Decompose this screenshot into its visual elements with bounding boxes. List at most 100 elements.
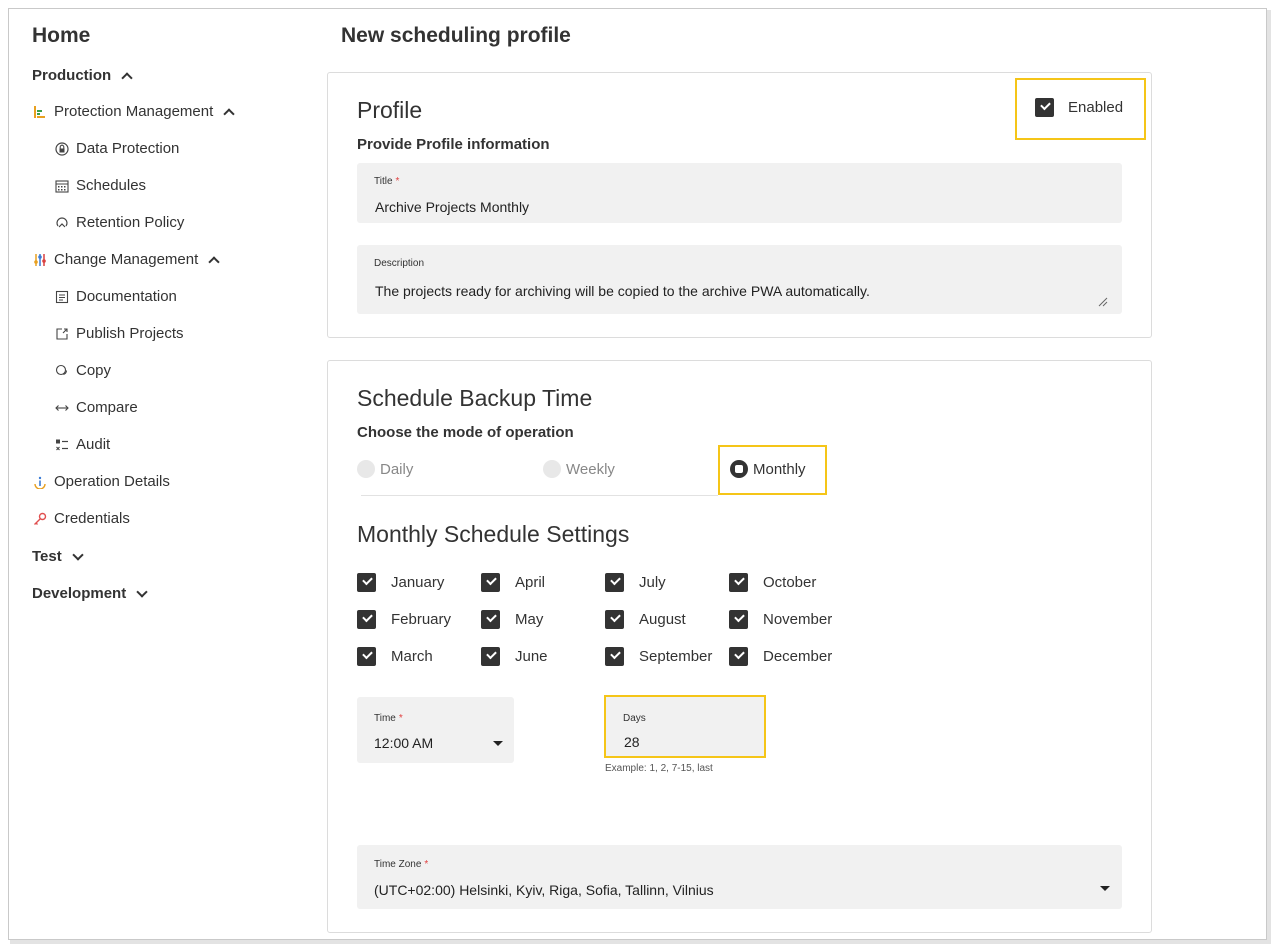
nav-group-production[interactable]: Production [32,67,133,84]
sidebar-item-publish-projects[interactable]: Publish Projects [54,325,184,342]
description-field[interactable]: Description The projects ready for archi… [357,245,1122,314]
month-checkbox-july[interactable] [605,573,624,592]
month-label: July [639,574,666,591]
radio-daily[interactable] [357,460,375,478]
document-icon [54,289,70,305]
month-checkbox-august[interactable] [605,610,624,629]
chevron-up-icon [223,107,235,120]
sidebar-item-audit[interactable]: Audit [54,436,110,453]
sidebar-item-label: Credentials [54,510,130,527]
radio-weekly[interactable] [543,460,561,478]
month-label: March [391,648,433,665]
month-label: June [515,648,548,665]
monthly-settings-heading: Monthly Schedule Settings [357,521,630,547]
time-select[interactable]: Time * 12:00 AM [357,697,514,763]
resize-handle-icon[interactable] [1098,297,1108,307]
month-checkbox-june[interactable] [481,647,500,666]
month-checkbox-april[interactable] [481,573,500,592]
nav-section-label: Change Management [54,251,199,268]
sidebar-item-label: Documentation [76,288,177,305]
sidebar-item-retention-policy[interactable]: Retention Policy [54,214,184,231]
enabled-label: Enabled [1068,99,1124,116]
sidebar-item-compare[interactable]: Compare [54,399,138,416]
month-checkbox-march[interactable] [357,647,376,666]
required-marker: * [398,713,403,724]
schedule-heading: Schedule Backup Time [357,385,593,411]
month-label: February [391,611,452,628]
nav-section-protection-management[interactable]: Protection Management [32,103,235,120]
time-label: Time [374,713,396,724]
nav-section-label: Protection Management [54,103,214,120]
profile-heading: Profile [357,97,423,123]
calendar-icon [54,178,70,194]
days-input[interactable]: 28 [624,734,640,750]
month-label: May [515,611,544,628]
nav-group-development[interactable]: Development [32,585,148,602]
month-checkbox-january[interactable] [357,573,376,592]
required-marker: * [395,176,400,187]
timezone-value: (UTC+02:00) Helsinki, Kyiv, Riga, Sofia,… [374,882,714,898]
description-label: Description [374,258,425,269]
month-checkbox-october[interactable] [729,573,748,592]
sidebar-item-label: Compare [76,399,138,416]
chevron-down-icon [136,585,148,598]
sidebar-item-documentation[interactable]: Documentation [54,288,177,305]
time-value: 12:00 AM [374,735,434,751]
month-checkbox-november[interactable] [729,610,748,629]
month-checkbox-september[interactable] [605,647,624,666]
month-label: October [763,574,817,591]
sidebar-item-label: Audit [76,436,111,453]
radio-weekly-label: Weekly [566,461,615,478]
dropdown-arrow-icon [493,741,503,746]
month-label: April [515,574,546,591]
sidebar-item-label: Schedules [76,177,147,194]
page-title: New scheduling profile [341,24,571,47]
description-textarea[interactable]: The projects ready for archiving will be… [375,283,870,299]
publish-icon [54,326,70,342]
sidebar-item-label: Publish Projects [76,325,184,342]
sidebar-item-label: Copy [76,362,112,379]
nav-section-change-management[interactable]: Change Management [32,251,220,268]
change-management-icon [32,252,48,268]
home-link[interactable]: Home [32,24,90,48]
month-label: December [763,648,833,665]
schedule-subheading: Choose the mode of operation [357,424,574,441]
sidebar-item-operation-details[interactable]: Operation Details [32,473,170,490]
radio-daily-label: Daily [380,461,414,478]
radio-monthly-label: Monthly [753,461,806,478]
month-label: November [763,611,833,628]
enabled-checkbox[interactable] [1035,98,1054,117]
required-marker: * [424,859,429,870]
nav-group-test[interactable]: Test [32,548,84,565]
month-checkbox-february[interactable] [357,610,376,629]
radio-monthly[interactable] [730,460,748,478]
key-icon [32,511,48,527]
nav-group-label: Test [32,548,62,565]
month-checkbox-december[interactable] [729,647,748,666]
schedule-card: Schedule Backup Time Choose the mode of … [327,360,1152,933]
compare-icon [54,400,70,416]
sidebar-item-credentials[interactable]: Credentials [32,510,130,527]
title-field[interactable]: Title * Archive Projects Monthly [357,163,1122,223]
dropdown-arrow-icon [1100,886,1110,891]
month-checkbox-may[interactable] [481,610,500,629]
sidebar-item-schedules[interactable]: Schedules [54,177,146,194]
info-icon [32,474,48,490]
lock-icon [54,141,70,157]
protection-chart-icon [32,104,48,120]
month-label: January [391,574,445,591]
title-label: Title [374,176,393,187]
copy-icon [54,363,70,379]
month-label: August [639,611,686,628]
profile-subheading: Provide Profile information [357,136,550,153]
days-field[interactable]: Days 28 [606,697,764,756]
title-input[interactable]: Archive Projects Monthly [375,199,529,215]
retention-icon [54,215,70,231]
sidebar-item-data-protection[interactable]: Data Protection [54,140,179,157]
timezone-select[interactable]: Time Zone * (UTC+02:00) Helsinki, Kyiv, R… [357,845,1122,909]
days-hint: Example: 1, 2, 7-15, last [605,763,713,774]
profile-card: Profile Provide Profile information Enab… [327,72,1152,338]
chevron-down-icon [72,548,84,561]
audit-icon [54,437,70,453]
sidebar-item-copy[interactable]: Copy [54,362,111,379]
